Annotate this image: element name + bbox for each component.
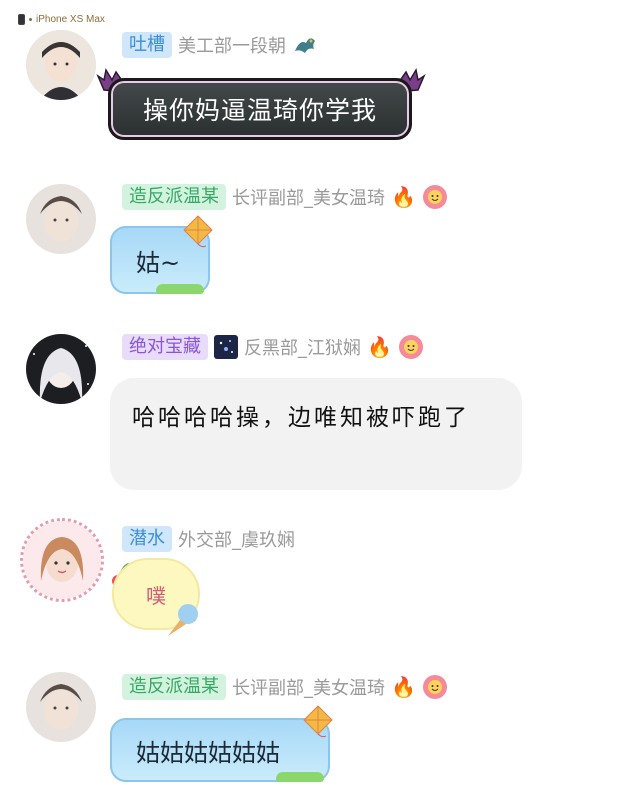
grass-decoration bbox=[276, 772, 324, 782]
dot-separator bbox=[29, 18, 32, 21]
message-text: 姑~ bbox=[136, 248, 181, 277]
avatar-portrait-icon bbox=[26, 672, 96, 742]
sender-nickname[interactable]: 反黑部_江狱娴 bbox=[244, 334, 361, 360]
flower-face-icon bbox=[398, 335, 423, 359]
fire-icon: 🔥 bbox=[391, 185, 416, 209]
galaxy-icon bbox=[214, 335, 238, 359]
message-bubble[interactable]: 操你妈逼温琦你学我 bbox=[108, 78, 412, 140]
phone-icon bbox=[18, 14, 25, 25]
avatar-portrait-icon bbox=[26, 184, 96, 254]
avatar[interactable] bbox=[26, 30, 96, 100]
flower-face-icon bbox=[422, 185, 447, 209]
sender-nickname[interactable]: 外交部_虞玖娴 bbox=[178, 526, 295, 552]
message-text: 姑姑姑姑姑姑 bbox=[136, 738, 280, 767]
kite-icon bbox=[183, 215, 213, 248]
sender-nickname[interactable]: 长评副部_美女温琦 bbox=[232, 184, 385, 210]
sender-bar: 吐槽 美工部一段朝 bbox=[122, 32, 318, 58]
grass-decoration bbox=[156, 284, 204, 294]
sender-nickname[interactable]: 长评副部_美女温琦 bbox=[232, 674, 385, 700]
dragon-icon bbox=[295, 38, 315, 53]
device-label: iPhone XS Max bbox=[18, 14, 105, 25]
bonfire-icon: 🔥 bbox=[367, 335, 392, 359]
avatar[interactable] bbox=[26, 334, 96, 404]
member-title-badge: 造反派温某 bbox=[122, 674, 226, 700]
avatar[interactable] bbox=[26, 672, 96, 742]
message-text: 哈哈哈哈操，边唯知被吓跑了 bbox=[132, 405, 470, 431]
avatar-portrait-icon bbox=[26, 334, 96, 404]
avatar-portrait-icon bbox=[23, 521, 101, 599]
device-label-text: iPhone XS Max bbox=[36, 14, 105, 25]
kite-icon bbox=[303, 705, 333, 738]
flower-face-icon bbox=[422, 675, 447, 699]
member-title-badge: 潜水 bbox=[122, 526, 172, 552]
avatar-portrait-icon bbox=[26, 30, 96, 100]
ice-cream-icon bbox=[168, 604, 198, 636]
sender-bar: 造反派温某 长评副部_美女温琦 🔥 bbox=[122, 674, 448, 700]
message-bubble[interactable]: 姑姑姑姑姑姑 bbox=[110, 718, 330, 782]
sender-nickname[interactable]: 美工部一段朝 bbox=[178, 32, 286, 58]
message-text: 噗 bbox=[146, 583, 166, 608]
avatar[interactable] bbox=[26, 184, 96, 254]
avatar[interactable] bbox=[20, 518, 104, 602]
fire-icon: 🔥 bbox=[391, 675, 416, 699]
message-text: 操你妈逼温琦你学我 bbox=[142, 96, 377, 125]
sender-bar: 造反派温某 长评副部_美女温琦 🔥 bbox=[122, 184, 448, 210]
sender-bar: 潜水 外交部_虞玖娴 bbox=[122, 526, 295, 552]
message-bubble[interactable]: 哈哈哈哈操，边唯知被吓跑了 bbox=[110, 378, 522, 490]
member-title-badge: 吐槽 bbox=[122, 32, 172, 58]
sender-bar: 绝对宝藏 反黑部_江狱娴 🔥 bbox=[122, 334, 424, 360]
member-title-badge: 绝对宝藏 bbox=[122, 334, 208, 360]
member-title-badge: 造反派温某 bbox=[122, 184, 226, 210]
